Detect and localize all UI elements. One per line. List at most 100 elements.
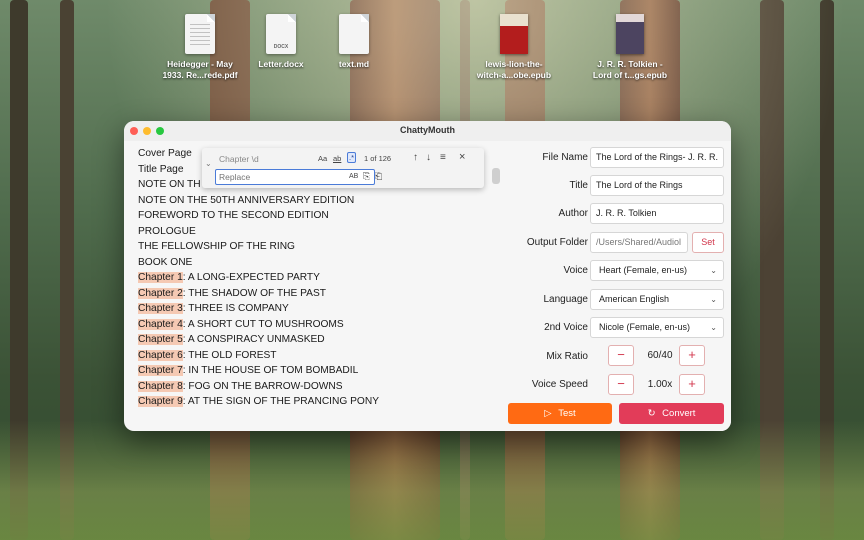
editor-line-text: : A CONSPIRACY UNMASKED <box>182 334 325 345</box>
editor-line-text: PROLOGUE <box>138 225 196 237</box>
editor-line: Chapter 7: IN THE HOUSE OF TOM BOMBADIL <box>138 364 358 378</box>
settings-form: File Name The Lord of the Rings- J. R. R… <box>502 141 731 431</box>
search-match-highlight: Chapter 8 <box>138 380 183 392</box>
chevron-down-icon: ⌄ <box>710 295 717 304</box>
author-label: Author <box>558 208 588 219</box>
editor-line: Chapter 6: THE OLD FOREST <box>138 349 277 363</box>
editor-line: NOTE ON TH <box>138 178 201 192</box>
search-match-highlight: Chapter 1 <box>138 272 183 283</box>
markdown-file-icon <box>339 14 369 54</box>
set-output-folder-button[interactable]: Set <box>692 232 724 253</box>
search-match-highlight: Chapter 2 <box>138 287 183 299</box>
mix-ratio-decrement-button[interactable]: − <box>608 345 634 366</box>
file-label-line1: text.md <box>338 59 370 69</box>
search-match-highlight: Chapter 5 <box>138 334 183 345</box>
editor-line: NOTE ON THE 50TH ANNIVERSARY EDITION <box>138 194 354 208</box>
docx-file-icon: DOCX <box>266 14 296 54</box>
editor-line-text: : A LONG-EXPECTED PARTY <box>182 272 320 283</box>
language-select[interactable]: American English ⌄ <box>590 289 724 310</box>
match-count: 1 of 126 <box>364 154 392 163</box>
author-field[interactable]: J. R. R. Tolkien <box>590 203 724 224</box>
file-name-field[interactable]: The Lord of the Rings- J. R. R. <box>590 147 724 168</box>
voice-select[interactable]: Heart (Female, en-us) ⌄ <box>590 260 724 281</box>
editor-line: PROLOGUE <box>138 225 196 239</box>
editor-line: FOREWORD TO THE SECOND EDITION <box>138 209 329 223</box>
whole-word-toggle[interactable]: ab <box>333 154 341 163</box>
next-match-icon[interactable]: ↓ <box>426 152 431 163</box>
pdf-file-icon <box>185 14 215 54</box>
voice-speed-decrement-button[interactable]: − <box>608 374 634 395</box>
editor-line-text: BOOK ONE <box>138 256 193 268</box>
editor-line-text: : A SHORT CUT TO MUSHROOMS <box>182 318 344 330</box>
editor-line-text: FOREWORD TO THE SECOND EDITION <box>138 210 329 221</box>
mix-ratio-increment-button[interactable]: + <box>679 345 705 366</box>
file-label-line2: 1933. Re...rede.pdf <box>162 70 238 80</box>
title-bar: ChattyMouth <box>124 121 731 141</box>
match-case-toggle[interactable]: Aa <box>318 154 327 163</box>
editor-line: Chapter 2: THE SHADOW OF THE PAST <box>138 287 326 301</box>
find-replace-widget: ⌄ Aa ab .* 1 of 126 ↑ ↓ ≡ × AB ⎘ ⎗ <box>202 148 484 188</box>
chevron-down-icon: ⌄ <box>710 323 717 332</box>
file-label-line2: Lord of t...gs.epub <box>592 70 668 80</box>
editor-line: BOOK ONE <box>138 256 192 270</box>
search-match-highlight: Chapter 7 <box>138 365 183 376</box>
editor-line-text: : AT THE SIGN OF THE PRANCING PONY <box>182 396 379 407</box>
output-folder-field[interactable]: /Users/Shared/Audiol <box>590 232 688 253</box>
voice-speed-value: 1.00x <box>647 379 673 390</box>
book-cover-icon <box>616 14 644 54</box>
window-title: ChattyMouth <box>400 125 455 135</box>
test-button-label: Test <box>558 408 576 419</box>
output-folder-label: Output Folder <box>526 237 588 248</box>
language-value: American English <box>599 294 670 304</box>
second-voice-select[interactable]: Nicole (Female, en-us) ⌄ <box>590 317 724 338</box>
docx-badge: DOCX <box>273 44 289 50</box>
title-label: Title <box>569 180 588 191</box>
search-match-highlight: Chapter 4 <box>138 318 183 330</box>
editor-scrollbar[interactable] <box>492 168 500 184</box>
second-voice-label: 2nd Voice <box>544 322 588 333</box>
desktop-file-lewis-epub[interactable]: lewis-lion-the- witch-a...obe.epub <box>466 14 562 81</box>
editor-line: Chapter 1: A LONG-EXPECTED PARTY <box>138 271 320 285</box>
editor-line: Cover Page <box>138 147 192 161</box>
title-field[interactable]: The Lord of the Rings <box>590 175 724 196</box>
replace-all-icon[interactable]: ⎗ <box>375 171 382 182</box>
toggle-replace-chevron-icon[interactable]: ⌄ <box>205 159 212 168</box>
close-find-icon[interactable]: × <box>459 151 465 163</box>
mix-ratio-value: 60/40 <box>647 350 673 361</box>
language-label: Language <box>543 294 589 305</box>
editor-line-text: : IN THE HOUSE OF TOM BOMBADIL <box>182 365 359 376</box>
previous-match-icon[interactable]: ↑ <box>413 152 418 163</box>
regex-toggle[interactable]: .* <box>347 152 357 163</box>
editor-line-text: : THE SHADOW OF THE PAST <box>182 287 326 299</box>
file-label-line1: J. R. R. Tolkien - <box>597 59 663 69</box>
desktop-file-text-md[interactable]: text.md <box>306 14 402 70</box>
voice-speed-increment-button[interactable]: + <box>679 374 705 395</box>
editor-line: THE FELLOWSHIP OF THE RING <box>138 240 295 254</box>
book-cover-icon <box>500 14 528 54</box>
voice-speed-label: Voice Speed <box>531 379 588 390</box>
chevron-down-icon: ⌄ <box>710 266 717 275</box>
test-button[interactable]: ▷ Test <box>508 403 612 424</box>
second-voice-value: Nicole (Female, en-us) <box>599 322 691 332</box>
editor-line: Chapter 9: AT THE SIGN OF THE PRANCING P… <box>138 395 379 409</box>
play-icon: ▷ <box>544 408 552 419</box>
app-window: ChattyMouth Cover Page Title Page NOTE ON … <box>124 121 731 431</box>
preserve-case-toggle[interactable]: AB <box>349 173 358 180</box>
convert-button[interactable]: ↻ Convert <box>619 403 724 424</box>
editor-line: Title Page <box>138 163 184 177</box>
file-name-label: File Name <box>542 152 588 163</box>
editor-line-text: NOTE ON TH <box>138 179 201 190</box>
editor-line: Chapter 4: A SHORT CUT TO MUSHROOMS <box>138 318 344 332</box>
voice-label: Voice <box>563 265 588 276</box>
editor-line-text: : FOG ON THE BARROW-DOWNS <box>182 380 343 392</box>
search-match-highlight: Chapter 6 <box>138 349 183 361</box>
desktop-file-tolkien-epub[interactable]: J. R. R. Tolkien - Lord of t...gs.epub <box>582 14 678 81</box>
find-in-selection-icon[interactable]: ≡ <box>440 152 446 163</box>
editor-line: Chapter 5: A CONSPIRACY UNMASKED <box>138 333 325 347</box>
file-label-line1: lewis-lion-the- <box>485 59 543 69</box>
replace-one-icon[interactable]: ⎘ <box>363 171 370 182</box>
search-match-highlight: Chapter 9 <box>138 396 183 407</box>
editor-line-text: Cover Page <box>138 148 192 159</box>
editor-line-text: Title Page <box>138 163 184 175</box>
search-match-highlight: Chapter 3 <box>138 303 183 314</box>
